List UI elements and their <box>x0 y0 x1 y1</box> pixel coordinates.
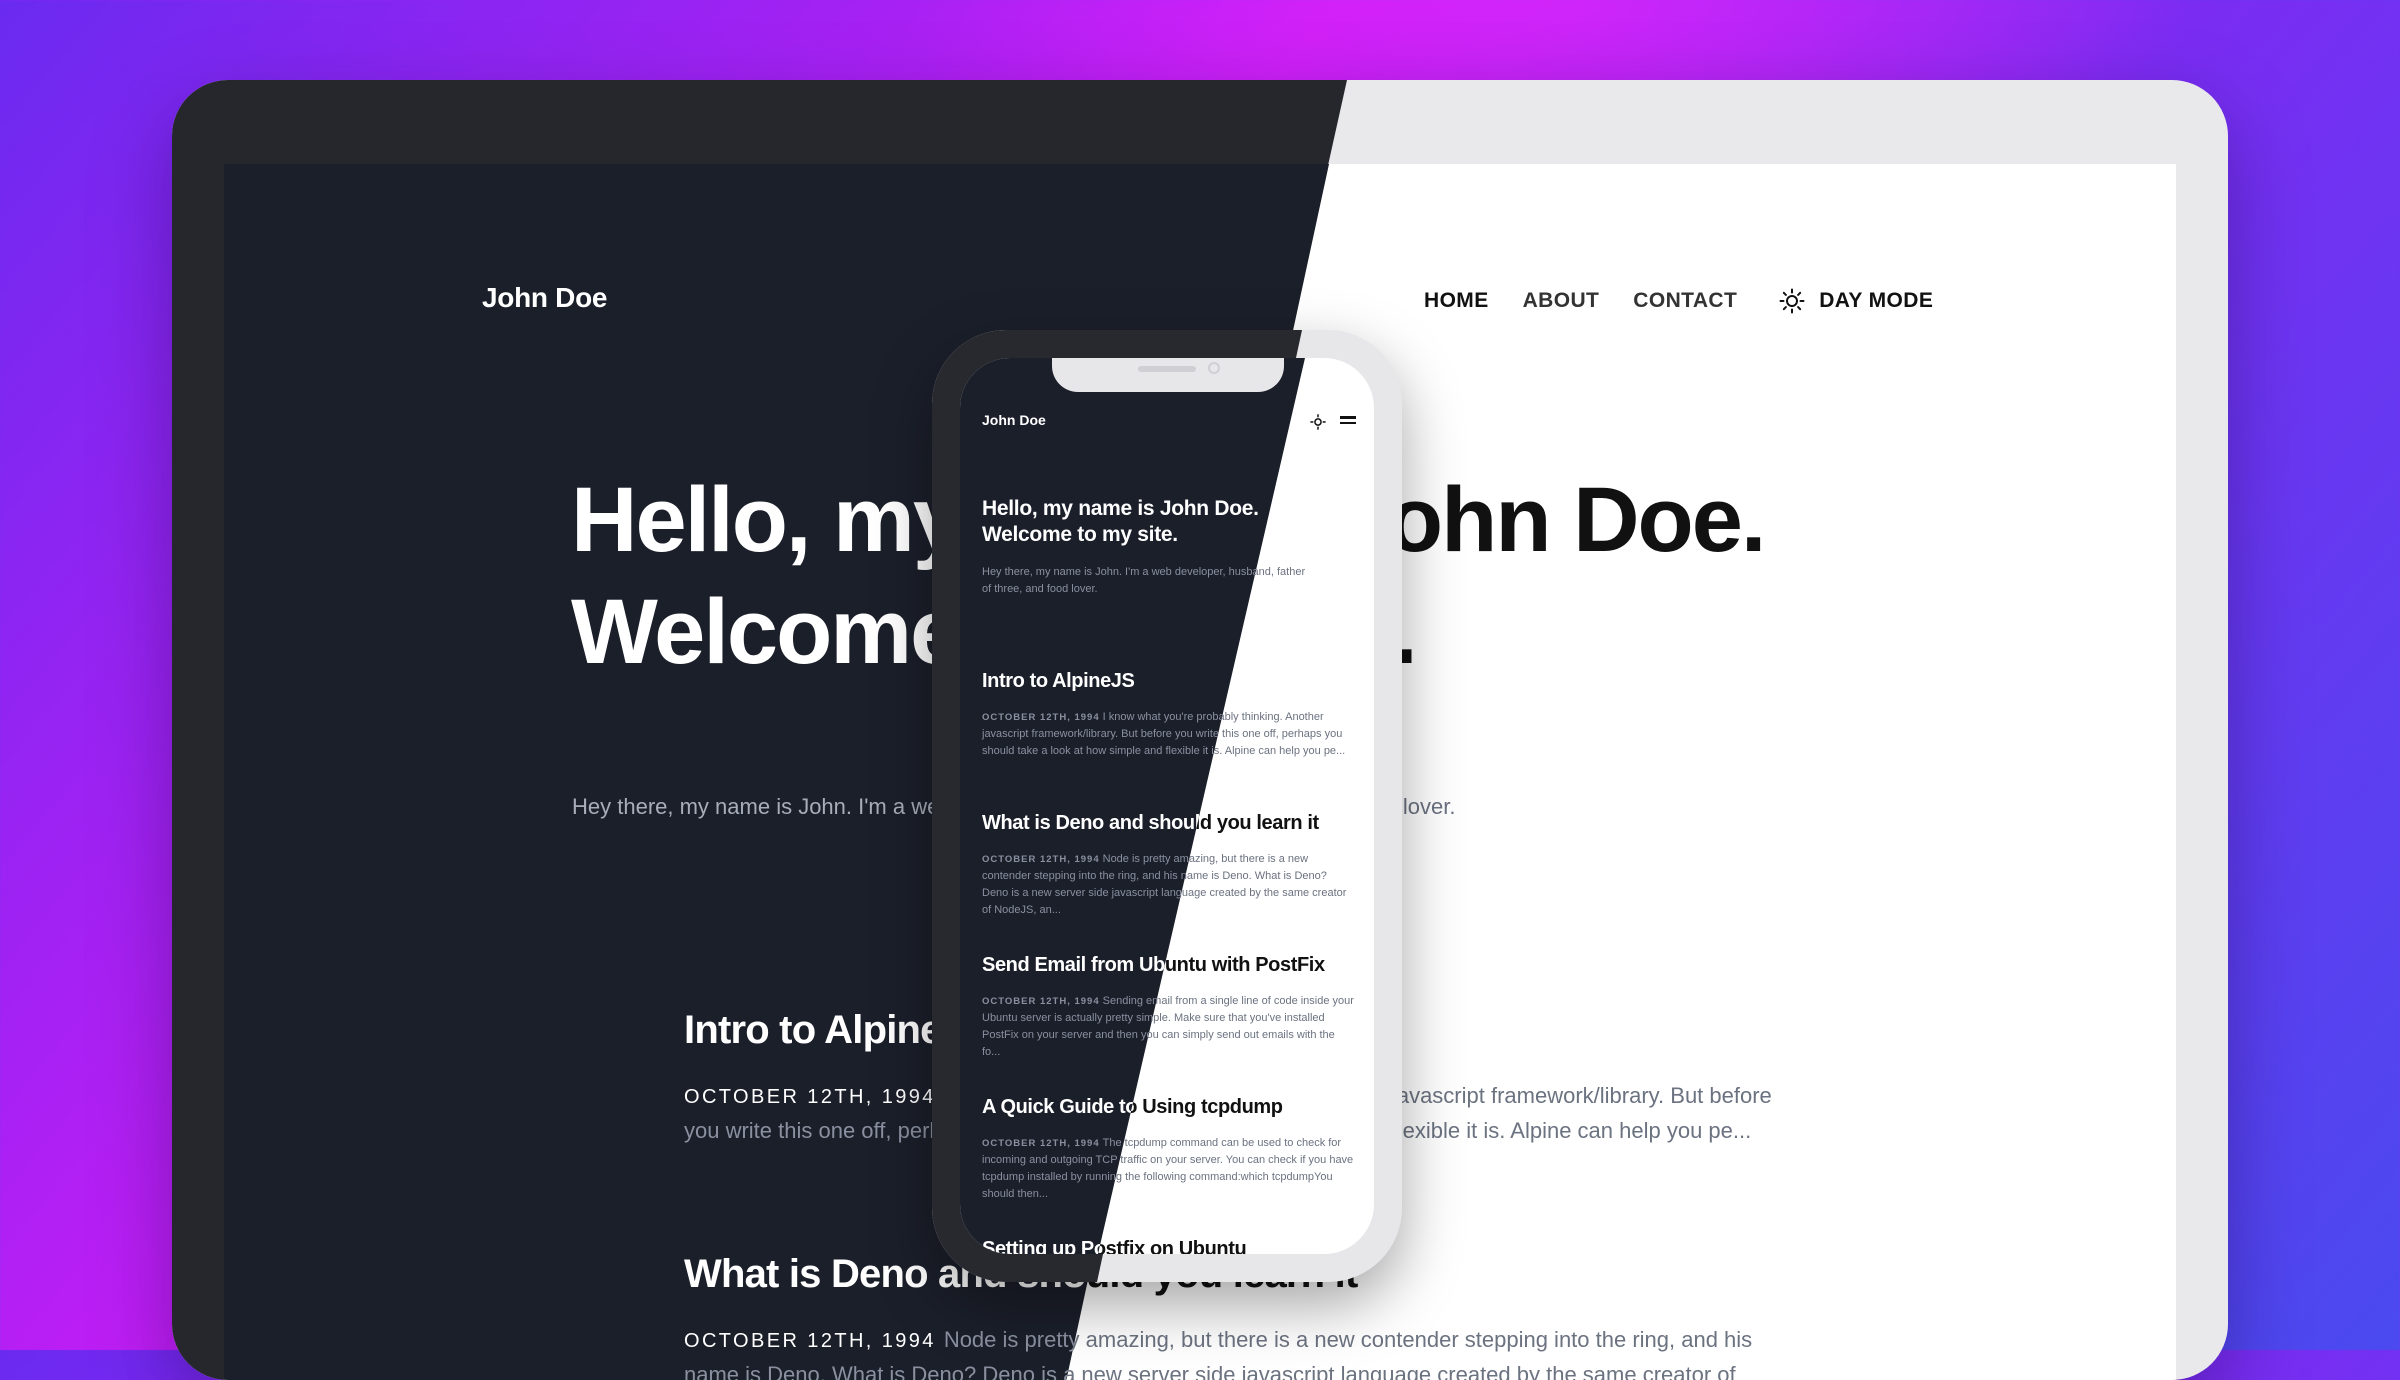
site-logo[interactable]: John Doe <box>482 282 607 314</box>
sun-icon[interactable] <box>1310 414 1326 430</box>
hamburger-menu-icon[interactable] <box>1340 416 1356 427</box>
post-date: OCTOBER 12TH, 1994 <box>684 1330 936 1352</box>
nav-about[interactable]: ABOUT <box>1523 289 1600 313</box>
phone-screen: John Doe Hello, my name is John Doe. Wel… <box>960 358 1374 1254</box>
nav-contact[interactable]: CONTACT <box>1633 289 1737 313</box>
phone-hero-line-1: Hello, my name is John Doe. <box>982 497 1259 520</box>
phone-post-date: OCTOBER 12TH, 1994 <box>982 712 1100 723</box>
post-date: OCTOBER 12TH, 1994 <box>684 1086 936 1108</box>
day-mode-toggle[interactable]: DAY MODE <box>1779 288 1933 314</box>
main-nav: HOME ABOUT CONTACT DAY MODE <box>1424 288 1933 314</box>
camera-icon <box>1208 362 1220 374</box>
phone-hero-heading: Hello, my name is John Doe. Welcome to m… <box>982 496 1259 548</box>
sun-icon <box>1779 288 1805 314</box>
day-mode-label: DAY MODE <box>1819 289 1934 312</box>
phone-post-date: OCTOBER 12TH, 1994 <box>982 1138 1100 1149</box>
phone-mockup: John Doe Hello, my name is John Doe. Wel… <box>932 330 1402 1282</box>
phone-hero-line-2: Welcome to my site. <box>982 523 1178 546</box>
phone-post-date: OCTOBER 12TH, 1994 <box>982 996 1100 1007</box>
speaker-grille <box>1138 366 1196 372</box>
phone-notch <box>1052 358 1284 392</box>
nav-home[interactable]: HOME <box>1424 289 1489 313</box>
phone-site-logo[interactable]: John Doe <box>982 412 1046 428</box>
phone-post-date: OCTOBER 12TH, 1994 <box>982 854 1100 865</box>
